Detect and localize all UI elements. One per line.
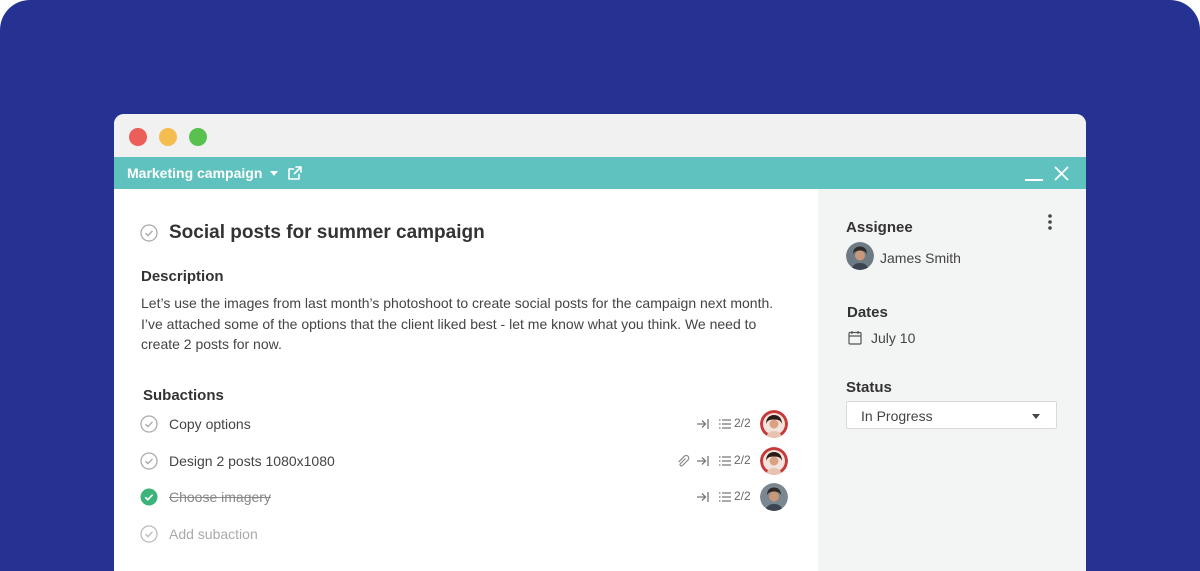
window-titlebar — [114, 114, 1086, 157]
subaction-row[interactable]: Choose imagery 2/2 — [114, 482, 818, 512]
task-title[interactable]: Social posts for summer campaign — [169, 222, 485, 244]
project-dropdown[interactable]: Marketing campaign — [127, 165, 279, 181]
add-subaction-input[interactable]: Add subaction — [169, 526, 258, 542]
calendar-icon[interactable] — [848, 330, 862, 345]
chevron-down-icon — [270, 171, 279, 176]
project-name: Marketing campaign — [127, 165, 263, 181]
subaction-row[interactable]: Design 2 posts 1080x1080 2/2 — [114, 446, 818, 476]
status-value: In Progress — [861, 408, 933, 424]
subtask-count: 2/2 — [734, 416, 751, 430]
chevron-down-icon — [1032, 414, 1040, 419]
description-text[interactable]: Let’s use the images from last month’s p… — [141, 293, 781, 355]
external-link-icon[interactable] — [288, 166, 302, 180]
subaction-text[interactable]: Design 2 posts 1080x1080 — [169, 453, 335, 469]
due-date[interactable]: July 10 — [871, 330, 915, 346]
arrow-in-icon[interactable] — [696, 418, 710, 430]
window-close-dot[interactable] — [129, 128, 147, 146]
window-zoom-dot[interactable] — [189, 128, 207, 146]
assignee-avatar[interactable] — [846, 242, 874, 270]
status-label: Status — [846, 379, 892, 396]
window-minimize-dot[interactable] — [159, 128, 177, 146]
status-dropdown[interactable]: In Progress — [846, 401, 1057, 429]
check-circle-icon — [140, 525, 158, 543]
avatar[interactable] — [760, 483, 788, 511]
close-icon[interactable] — [1054, 166, 1069, 181]
check-circle-icon[interactable] — [140, 415, 158, 433]
task-toolbar: Marketing campaign — [114, 157, 1086, 189]
assignee-name[interactable]: James Smith — [880, 250, 961, 266]
subaction-text[interactable]: Copy options — [169, 416, 251, 432]
app-window: Marketing campaign Social posts for summ… — [114, 114, 1086, 571]
avatar[interactable] — [760, 410, 788, 438]
more-vertical-icon[interactable] — [1047, 213, 1053, 231]
check-circle-icon[interactable] — [140, 452, 158, 470]
description-label: Description — [141, 268, 224, 285]
assignee-label: Assignee — [846, 219, 913, 236]
subaction-text[interactable]: Choose imagery — [169, 489, 271, 505]
list-icon — [719, 492, 731, 502]
arrow-in-icon[interactable] — [696, 455, 710, 467]
check-circle-icon[interactable] — [140, 488, 158, 506]
dates-label: Dates — [847, 304, 888, 321]
list-icon — [719, 456, 731, 466]
arrow-in-icon[interactable] — [696, 491, 710, 503]
subtask-count: 2/2 — [734, 489, 751, 503]
minimize-icon[interactable] — [1025, 179, 1043, 181]
add-subaction-row[interactable]: Add subaction — [114, 519, 818, 549]
subactions-label: Subactions — [143, 387, 224, 404]
subaction-row[interactable]: Copy options 2/2 — [114, 409, 818, 439]
subtask-count: 2/2 — [734, 453, 751, 467]
task-sidebar: Assignee James Smith Dates July 10 Statu… — [818, 189, 1086, 571]
check-circle-icon[interactable] — [140, 224, 158, 242]
list-icon — [719, 419, 731, 429]
avatar[interactable] — [760, 447, 788, 475]
paperclip-icon[interactable] — [676, 455, 690, 467]
task-detail-panel: Social posts for summer campaign Descrip… — [114, 189, 818, 571]
